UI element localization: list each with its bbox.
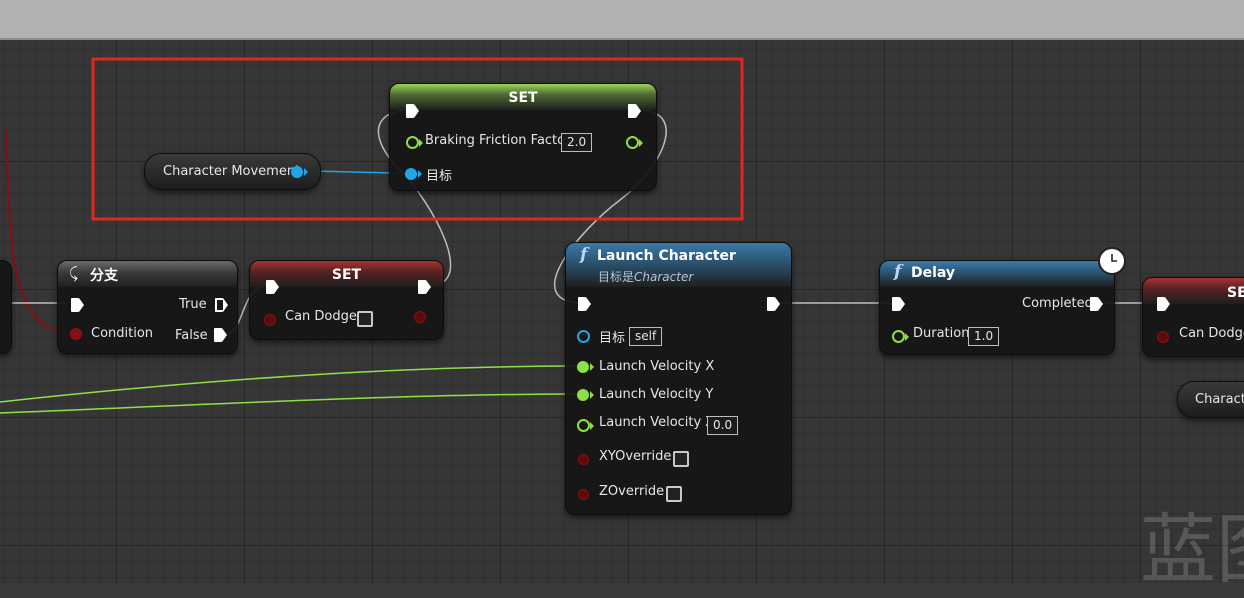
target-value[interactable]: self	[629, 327, 663, 346]
bool-pin[interactable]	[578, 454, 589, 465]
float-pin[interactable]	[577, 389, 589, 401]
launch-velocity-x-label: Launch Velocity X	[599, 359, 715, 374]
float-pin-arrow	[905, 333, 909, 341]
set-right-node[interactable]: SE Can Dodge	[1142, 277, 1244, 357]
duration-label: Duration	[913, 326, 970, 341]
braking-friction-label: Braking Friction Factor	[425, 133, 571, 148]
target-label: 目标	[599, 331, 626, 346]
float-pin-arrow	[590, 391, 594, 399]
node-title: SET	[508, 90, 538, 106]
z-override-checkbox[interactable]	[666, 486, 682, 502]
condition-label: Condition	[91, 326, 154, 341]
float-pin-arrow	[590, 422, 594, 430]
launch-velocity-y-label: Launch Velocity Y	[599, 387, 714, 402]
float-out-arrow	[639, 139, 643, 147]
object-pin[interactable]	[291, 166, 303, 178]
top-toolbar	[0, 0, 1244, 40]
target-pin[interactable]	[577, 330, 590, 343]
watermark: 蓝图	[1140, 505, 1244, 594]
node-title: Launch Character	[597, 248, 736, 264]
braking-friction-value[interactable]: 2.0	[561, 133, 593, 152]
character-movement-label: Character Movement	[163, 164, 301, 179]
launch-character-node[interactable]: f Launch Character 目标是Character 目标 self …	[565, 242, 792, 515]
can-dodge-label: Can Dodge	[1179, 326, 1244, 341]
float-pin[interactable]	[406, 136, 419, 149]
node-title: Delay	[911, 265, 956, 281]
function-icon: f	[580, 245, 588, 265]
function-icon: f	[894, 262, 902, 282]
branch-icon: ⤹	[69, 264, 79, 282]
z-override-label: ZOverride	[599, 484, 665, 499]
node-header	[58, 261, 237, 287]
clipped-left-node[interactable]	[0, 260, 12, 354]
completed-label: Completed	[1022, 296, 1093, 311]
false-label: False	[175, 328, 208, 343]
node-subtitle: 目标是Character	[598, 270, 694, 284]
true-label: True	[179, 297, 207, 312]
xy-override-label: XYOverride	[599, 449, 672, 464]
bool-out-pin[interactable]	[414, 311, 426, 323]
bool-pin[interactable]	[578, 489, 589, 500]
character-movement-node[interactable]: Character Movement	[144, 153, 321, 190]
float-pin[interactable]	[892, 330, 905, 343]
can-dodge-checkbox[interactable]	[357, 311, 373, 327]
clock-hands	[1111, 254, 1117, 262]
float-pin[interactable]	[577, 361, 589, 373]
delay-node[interactable]: f Delay Completed Duration 1.0	[879, 260, 1115, 355]
bool-pin[interactable]	[1157, 331, 1169, 343]
target-pin[interactable]	[405, 168, 417, 180]
duration-value[interactable]: 1.0	[968, 327, 1000, 346]
launch-velocity-z-value[interactable]: 0.0	[707, 416, 739, 435]
target-pin-arrow	[418, 170, 422, 178]
float-pin-arrow	[590, 363, 594, 371]
target-label: 目标	[426, 169, 453, 184]
float-pin[interactable]	[577, 419, 590, 432]
object-pin-arrow	[304, 168, 308, 176]
set-can-dodge-node[interactable]: SET Can Dodge	[249, 260, 444, 340]
branch-node[interactable]: ⤹ 分支 True Condition False	[57, 260, 238, 354]
node-title: 分支	[90, 268, 118, 284]
float-pin-arrow	[419, 139, 423, 147]
launch-velocity-z-label: Launch Velocity Z	[599, 415, 715, 430]
xy-override-checkbox[interactable]	[673, 451, 689, 467]
can-dodge-label: Can Dodge	[285, 309, 357, 324]
character-label: Characte	[1195, 392, 1244, 407]
condition-pin[interactable]	[70, 328, 82, 340]
bool-pin[interactable]	[264, 314, 276, 326]
set-braking-node[interactable]: SET Braking Friction Factor 2.0 目标	[389, 83, 657, 191]
float-out-pin[interactable]	[626, 136, 639, 149]
clock-icon	[1098, 247, 1126, 275]
node-title: SE	[1227, 285, 1244, 301]
character-getter-node[interactable]: Characte	[1177, 381, 1244, 418]
